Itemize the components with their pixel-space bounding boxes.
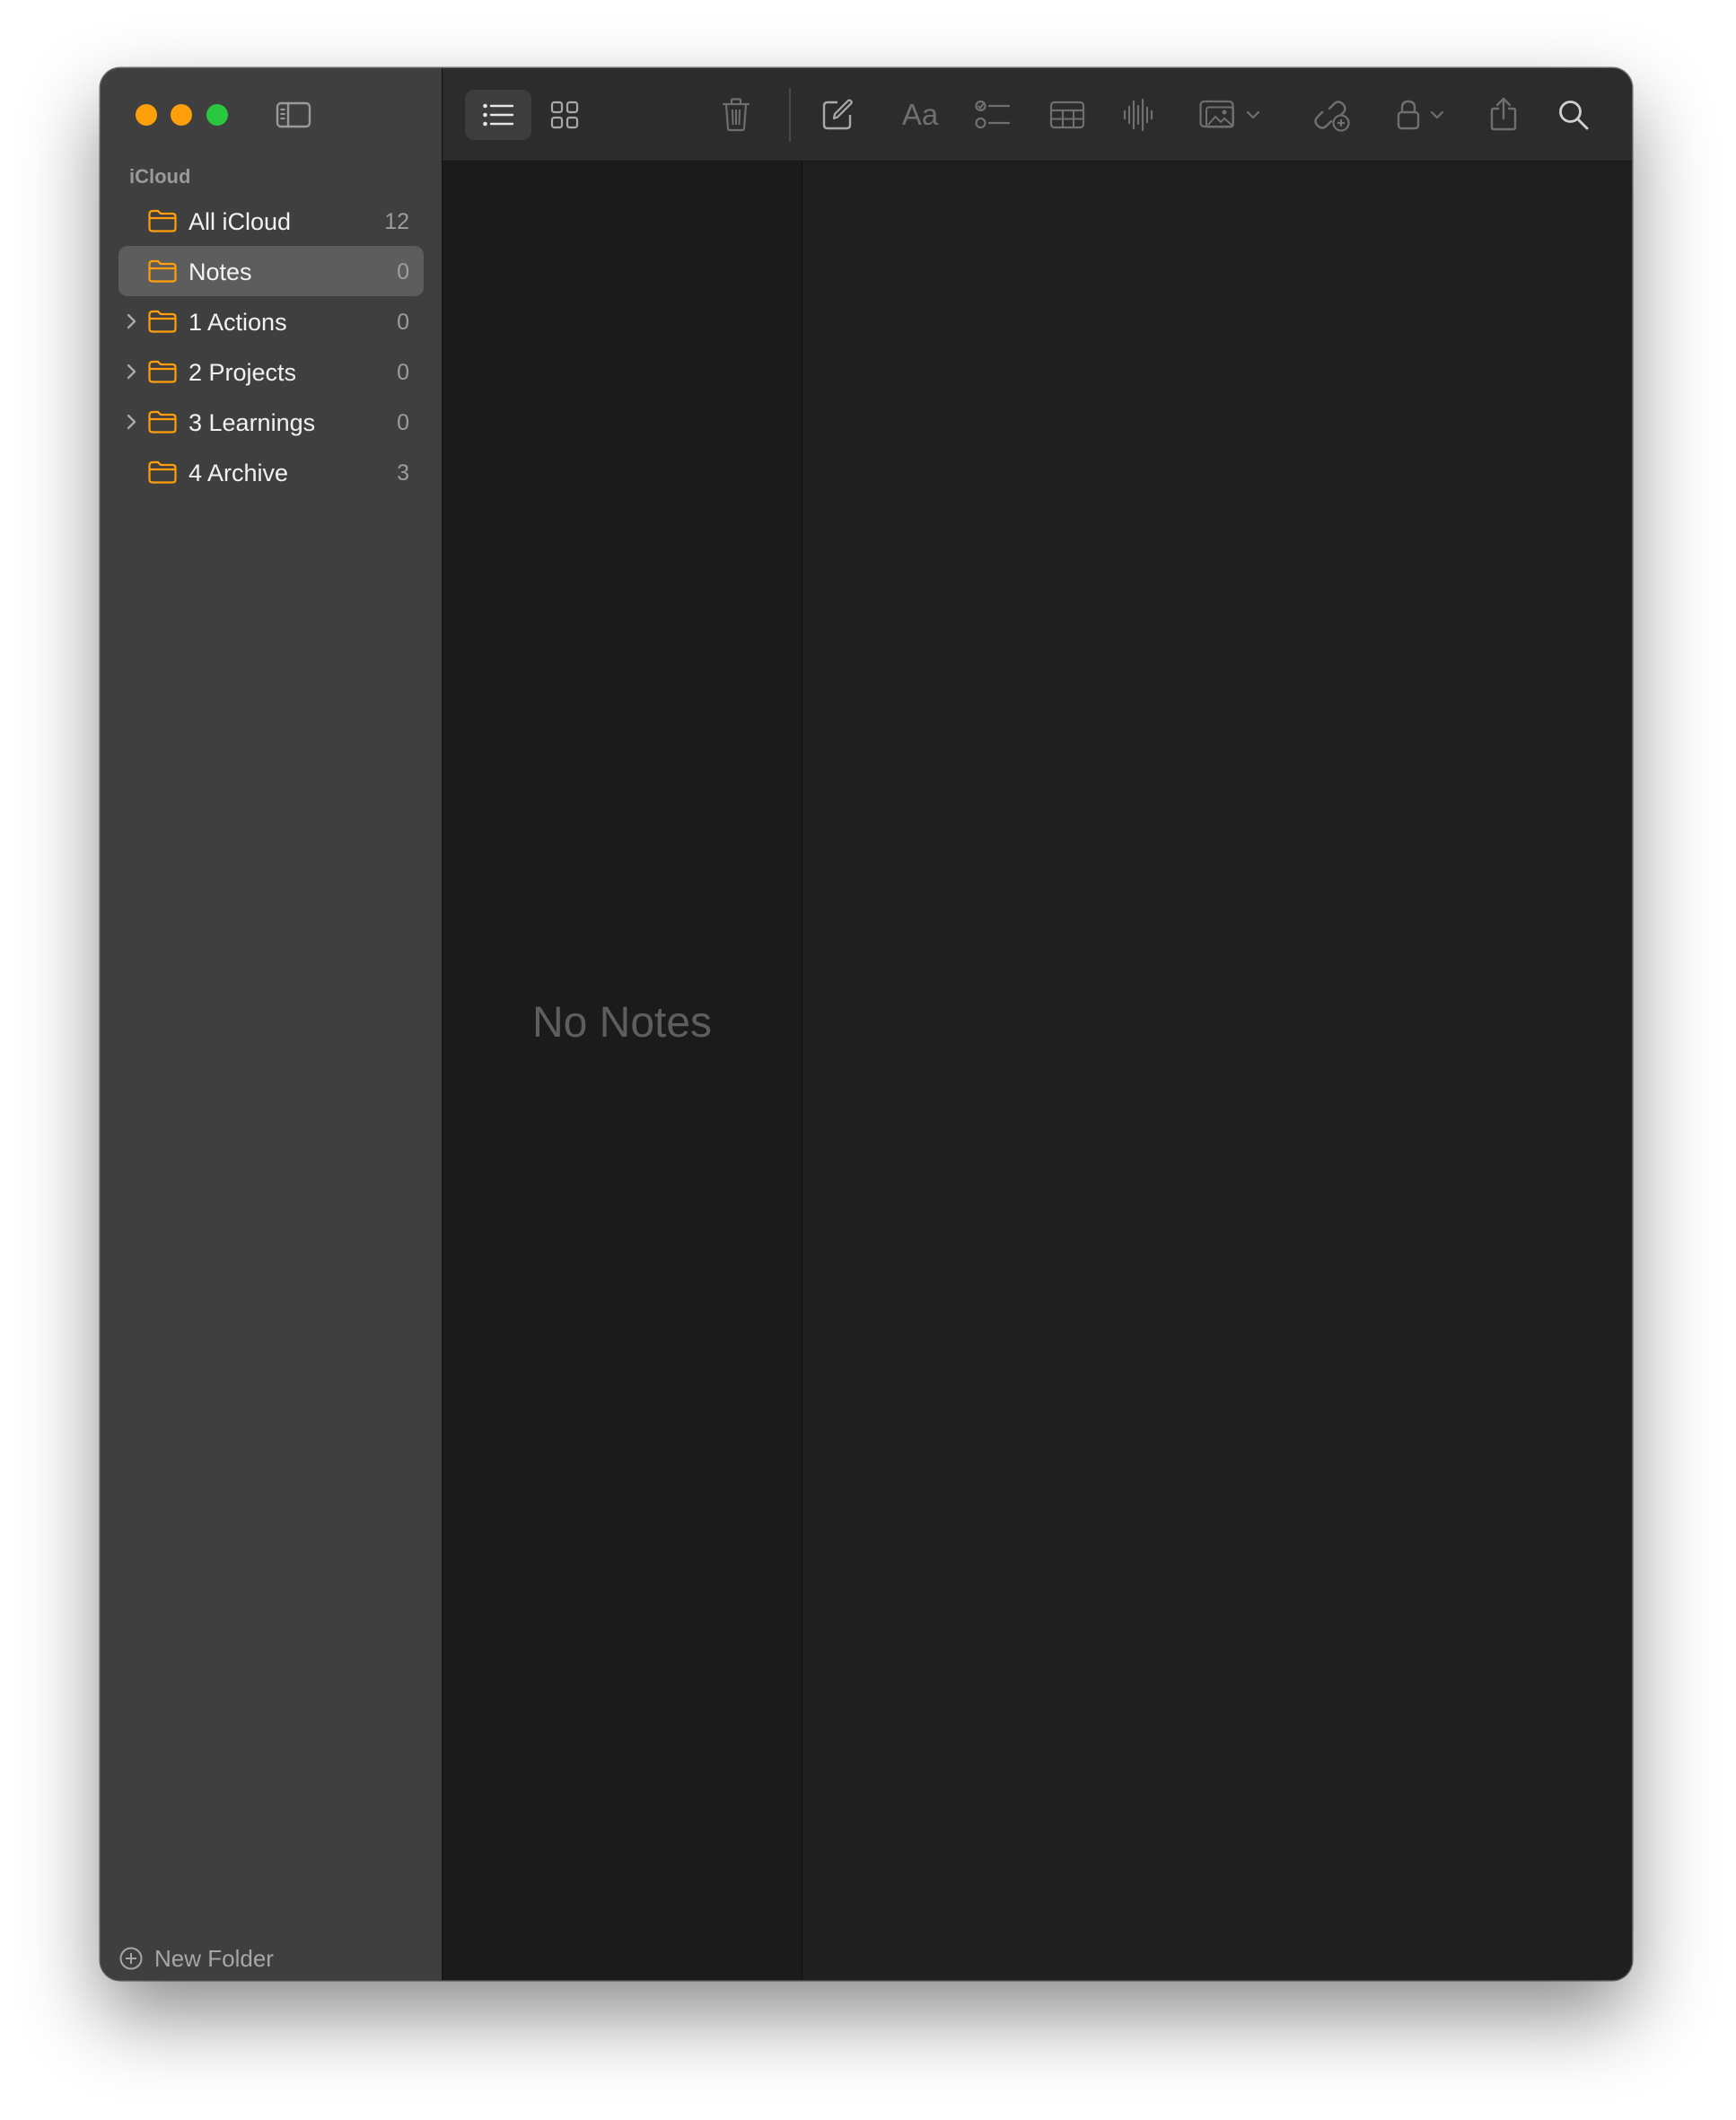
collaborate-icon xyxy=(1314,101,1350,132)
folder-label: 1 Actions xyxy=(189,309,287,336)
sidebar-toggle-button[interactable] xyxy=(276,101,311,128)
share-icon xyxy=(1490,97,1517,131)
lock-button[interactable] xyxy=(1387,88,1453,142)
search-icon xyxy=(1559,101,1589,130)
new-folder-label: New Folder xyxy=(154,1944,274,1972)
folder-list: All iCloud 12 Notes 0 1 Actions 0 2 Proj… xyxy=(118,196,424,497)
chevron-down-icon xyxy=(1246,110,1260,119)
folder-item-notes[interactable]: Notes 0 xyxy=(118,246,424,296)
notes-window: iCloud All iCloud 12 Notes 0 1 Actions 0… xyxy=(101,68,1632,1980)
sidebar-icon xyxy=(276,101,311,128)
table-icon xyxy=(1049,101,1085,129)
folder-icon xyxy=(148,209,177,232)
lock-icon xyxy=(1397,100,1420,130)
gallery-view-icon xyxy=(550,101,579,129)
search-button[interactable] xyxy=(1548,88,1599,142)
folder-count: 0 xyxy=(397,360,409,385)
folder-label: 4 Archive xyxy=(189,460,289,486)
new-note-button[interactable] xyxy=(812,88,863,142)
folder-count: 0 xyxy=(397,410,409,435)
collaborate-button[interactable] xyxy=(1304,88,1360,142)
folder-label: 2 Projects xyxy=(189,359,297,386)
audio-waveform-icon xyxy=(1123,99,1153,131)
empty-state-label: No Notes xyxy=(531,999,713,1047)
section-label-icloud: iCloud xyxy=(129,165,191,188)
compose-icon xyxy=(822,99,853,130)
folder-item-3-learnings[interactable]: 3 Learnings 0 xyxy=(118,397,424,447)
note-editor-pane[interactable] xyxy=(803,162,1632,1980)
folder-count: 0 xyxy=(397,310,409,335)
chevron-right-icon[interactable] xyxy=(124,413,140,431)
chevron-right-icon[interactable] xyxy=(124,363,140,381)
folder-icon xyxy=(148,310,177,333)
audio-button[interactable] xyxy=(1112,88,1164,142)
folder-icon xyxy=(148,259,177,283)
gallery-view-button[interactable] xyxy=(539,90,590,140)
checklist-button[interactable] xyxy=(966,88,1020,142)
table-button[interactable] xyxy=(1040,88,1094,142)
trash-icon xyxy=(722,98,750,132)
sidebar: iCloud All iCloud 12 Notes 0 1 Actions 0… xyxy=(101,68,443,1980)
folder-item-4-archive[interactable]: 4 Archive 3 xyxy=(118,447,424,497)
folder-label: Notes xyxy=(189,258,252,285)
share-button[interactable] xyxy=(1480,86,1527,142)
delete-button[interactable] xyxy=(712,88,760,142)
folder-item-all-icloud[interactable]: All iCloud 12 xyxy=(118,196,424,246)
folder-label: 3 Learnings xyxy=(189,409,316,436)
format-button[interactable]: Aa xyxy=(893,88,947,142)
list-view-icon xyxy=(483,103,514,127)
checklist-icon xyxy=(975,100,1011,129)
close-button[interactable] xyxy=(136,104,157,126)
folder-item-1-actions[interactable]: 1 Actions 0 xyxy=(118,296,424,346)
folder-icon xyxy=(148,460,177,484)
folder-item-2-projects[interactable]: 2 Projects 0 xyxy=(118,346,424,397)
folder-count: 12 xyxy=(384,209,409,234)
new-folder-button[interactable]: New Folder xyxy=(118,1940,274,1976)
folder-label: All iCloud xyxy=(189,208,292,235)
folder-count: 0 xyxy=(397,259,409,285)
minimize-button[interactable] xyxy=(171,104,192,126)
toolbar: Aa xyxy=(443,68,1632,162)
chevron-right-icon[interactable] xyxy=(124,312,140,330)
format-icon: Aa xyxy=(901,98,939,131)
list-view-button[interactable] xyxy=(465,90,531,140)
toolbar-divider xyxy=(789,88,791,142)
plus-circle-icon xyxy=(119,1947,143,1970)
zoom-button[interactable] xyxy=(206,104,228,126)
folder-icon xyxy=(148,360,177,383)
media-button[interactable] xyxy=(1193,88,1267,142)
folder-icon xyxy=(148,410,177,434)
media-icon xyxy=(1199,100,1234,128)
note-list-pane[interactable]: No Notes xyxy=(443,162,802,1980)
chevron-down-icon xyxy=(1430,110,1444,119)
folder-count: 3 xyxy=(397,460,409,486)
